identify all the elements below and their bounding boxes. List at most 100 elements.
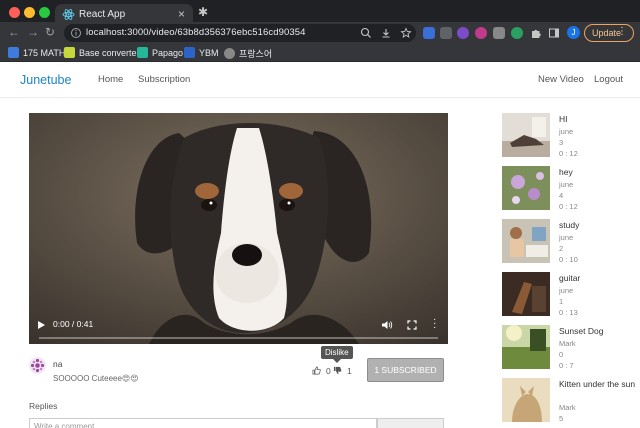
video-controls: 0:00 / 0:41 · · · bbox=[29, 310, 448, 344]
bookmark-star-icon[interactable] bbox=[400, 27, 412, 39]
extension-icon-1[interactable] bbox=[423, 27, 435, 39]
nav-home[interactable]: Home bbox=[98, 74, 123, 85]
download-icon[interactable] bbox=[380, 27, 392, 39]
browser-toolbar: ← → ↻ localhost:3000/video/63b8d356376eb… bbox=[0, 22, 640, 44]
profile-avatar[interactable]: J bbox=[567, 26, 580, 39]
extension-icon-5[interactable] bbox=[493, 27, 505, 39]
tab-title: React App bbox=[79, 9, 126, 20]
bookmark-item[interactable]: 175 MATH bbox=[8, 47, 65, 58]
brand-logo[interactable]: Junetube bbox=[20, 73, 71, 87]
sidebar-video-author: june bbox=[559, 180, 574, 189]
maximize-window-button[interactable] bbox=[39, 7, 50, 18]
url-text[interactable]: localhost:3000/video/63b8d356376ebc516cd… bbox=[86, 27, 306, 38]
sidebar-video-duration: 0 : 10 bbox=[559, 255, 578, 264]
like-count: 0 bbox=[326, 366, 331, 376]
video-player[interactable]: 0:00 / 0:41 · · · bbox=[29, 113, 448, 344]
dislike-count: 1 bbox=[347, 366, 352, 376]
bookmark-item[interactable]: Papago bbox=[137, 47, 183, 58]
video-progress-bar[interactable] bbox=[39, 337, 438, 339]
sidebar-video-author: Mark bbox=[559, 339, 576, 348]
fullscreen-icon[interactable] bbox=[407, 320, 417, 330]
nav-new-video[interactable]: New Video bbox=[538, 74, 584, 85]
sidebar-video-author: june bbox=[559, 233, 574, 242]
video-thumbnail[interactable] bbox=[502, 325, 550, 369]
more-options-icon[interactable]: · · · bbox=[433, 315, 436, 333]
bookmark-item[interactable]: Base converter bbox=[64, 47, 140, 58]
sidebar-video-duration: 0 : 12 bbox=[559, 149, 578, 158]
sidebar-video-duration: 0 : 13 bbox=[559, 308, 578, 317]
sidebar-video-views: 0 bbox=[559, 350, 564, 359]
sidebar-video-item[interactable]: Sunset Dog Mark 0 0 : 7 bbox=[502, 325, 637, 373]
app-navbar: Junetube Home Subscription New Video Log… bbox=[0, 62, 640, 98]
bookmark-favicon-icon bbox=[8, 47, 19, 58]
browser-menu-icon[interactable]: ⋮ bbox=[617, 26, 627, 37]
bookmark-item[interactable]: YBM bbox=[184, 47, 219, 58]
nav-logout[interactable]: Logout bbox=[594, 74, 623, 85]
bookmarks-bar: 175 MATH Base converter Papago YBM 프랑스어 bbox=[0, 44, 640, 62]
sidebar-video-duration: 0 : 12 bbox=[559, 202, 578, 211]
sidebar-video-title[interactable]: hey bbox=[559, 167, 637, 178]
comment-text: SOOOOO Cuteeee😍😍 bbox=[53, 374, 139, 383]
video-thumbnail[interactable] bbox=[502, 272, 550, 316]
address-bar[interactable]: localhost:3000/video/63b8d356376ebc516cd… bbox=[64, 24, 416, 42]
globe-icon bbox=[224, 48, 235, 59]
sidebar-video-views: 5 bbox=[559, 414, 564, 423]
sidebar-video-title[interactable]: study bbox=[559, 220, 637, 231]
side-panel-icon[interactable] bbox=[548, 27, 560, 39]
sidebar-video-item[interactable]: study june 2 0 : 10 bbox=[502, 219, 637, 267]
play-icon[interactable] bbox=[38, 321, 45, 329]
tab-close-icon[interactable]: × bbox=[178, 7, 185, 21]
back-icon[interactable]: ← bbox=[8, 25, 20, 39]
thumbs-up-icon[interactable] bbox=[312, 366, 321, 375]
zoom-icon[interactable] bbox=[360, 27, 372, 39]
update-button[interactable]: Update ⋮ bbox=[584, 24, 634, 42]
subscribe-button[interactable]: 1 SUBSCRIBED bbox=[367, 358, 444, 382]
video-thumbnail[interactable] bbox=[502, 219, 550, 263]
replies-label: Replies bbox=[29, 401, 58, 411]
comment-author[interactable]: na bbox=[53, 359, 62, 369]
bookmark-label: 프랑스어 bbox=[239, 49, 273, 59]
sidebar-video-item[interactable]: hey june 4 0 : 12 bbox=[502, 166, 637, 214]
site-info-icon[interactable] bbox=[70, 27, 82, 39]
nav-subscription[interactable]: Subscription bbox=[138, 74, 190, 85]
sidebar-video-author: june bbox=[559, 286, 574, 295]
bookmark-label: 175 MATH bbox=[23, 47, 66, 58]
sidebar-video-item[interactable]: Kitten under the sun Mark 5 bbox=[502, 378, 637, 426]
sidebar-video-title[interactable]: HI bbox=[559, 114, 637, 125]
extension-icon-2[interactable] bbox=[440, 27, 452, 39]
sidebar-video-duration: 0 : 7 bbox=[559, 361, 574, 370]
sidebar-video-item[interactable]: HI june 3 0 : 12 bbox=[502, 113, 637, 161]
video-thumbnail[interactable] bbox=[502, 113, 550, 157]
sidebar-video-title[interactable]: Sunset Dog bbox=[559, 326, 637, 337]
dislike-tooltip: Dislike bbox=[321, 346, 353, 363]
sidebar-video-author: june bbox=[559, 127, 574, 136]
video-thumbnail[interactable] bbox=[502, 166, 550, 210]
close-window-button[interactable] bbox=[9, 7, 20, 18]
reply-submit-button[interactable] bbox=[377, 418, 444, 428]
extension-icon-3[interactable] bbox=[457, 27, 469, 39]
sidebar-video-views: 2 bbox=[559, 244, 564, 253]
video-time: 0:00 / 0:41 bbox=[53, 319, 94, 329]
react-icon bbox=[62, 9, 75, 20]
extension-icon-6[interactable] bbox=[511, 27, 523, 39]
sidebar-video-views: 1 bbox=[559, 297, 564, 306]
thumbs-down-icon[interactable] bbox=[333, 366, 342, 375]
minimize-window-button[interactable] bbox=[24, 7, 35, 18]
volume-icon[interactable] bbox=[381, 320, 393, 330]
video-thumbnail[interactable] bbox=[502, 378, 550, 422]
sidebar-video-item[interactable]: guitar june 1 0 : 13 bbox=[502, 272, 637, 320]
reload-icon[interactable]: ↻ bbox=[45, 25, 55, 39]
sidebar-video-title[interactable]: Kitten under the sun bbox=[559, 379, 637, 390]
reply-input[interactable]: Write a comment... bbox=[29, 418, 377, 428]
extension-tab-icon[interactable]: ✱ bbox=[198, 5, 212, 19]
sidebar-video-title[interactable]: guitar bbox=[559, 273, 637, 284]
extension-icon-4[interactable] bbox=[475, 27, 487, 39]
comment-avatar bbox=[29, 357, 46, 374]
sidebar-video-views: 3 bbox=[559, 138, 564, 147]
bookmark-label: Papago bbox=[152, 47, 184, 58]
sidebar-video-views: 4 bbox=[559, 191, 564, 200]
bookmark-item[interactable]: 프랑스어 bbox=[224, 47, 272, 60]
forward-icon[interactable]: → bbox=[27, 25, 39, 39]
extensions-puzzle-icon[interactable] bbox=[530, 27, 542, 39]
bookmark-favicon-icon bbox=[184, 47, 195, 58]
